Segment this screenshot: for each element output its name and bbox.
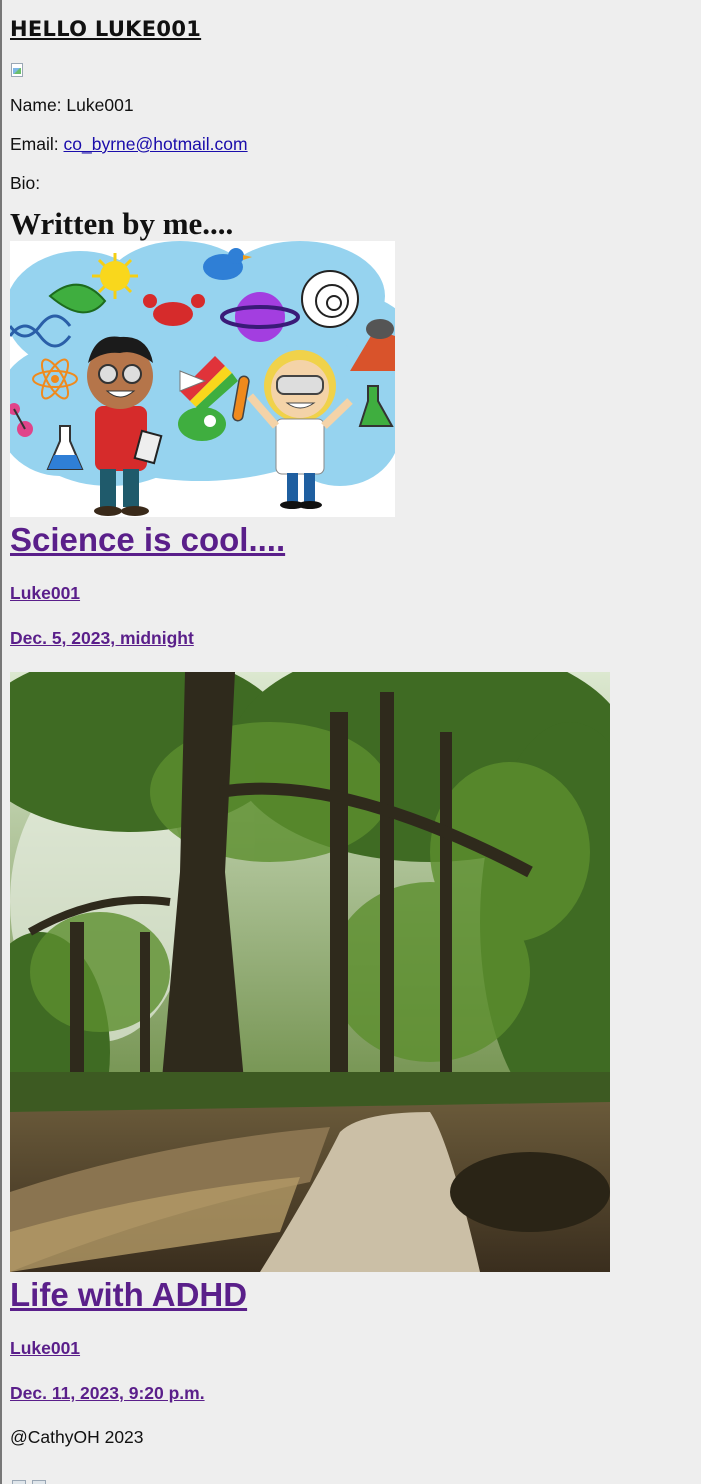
science-illustration-image[interactable]	[10, 241, 395, 517]
email-link[interactable]: co_byrne@hotmail.com	[64, 134, 248, 154]
forest-path-image[interactable]	[10, 672, 610, 1272]
name-value: Luke001	[66, 95, 134, 115]
post-card: Life with ADHD Luke001 Dec. 11, 2023, 9:…	[10, 672, 701, 1403]
email-label: Email:	[10, 134, 59, 154]
post-date-link[interactable]: Dec. 5, 2023, midnight	[10, 628, 701, 648]
profile-email: Email: co_byrne@hotmail.com	[10, 134, 701, 154]
broken-image-icon[interactable]	[32, 1480, 46, 1484]
post-title-link[interactable]: Science is cool....	[10, 521, 701, 559]
post-author-link[interactable]: Luke001	[10, 583, 701, 603]
post-card: Science is cool.... Luke001 Dec. 5, 2023…	[10, 241, 701, 648]
page-content: HELLO LUKE001 Name: Luke001 Email: co_by…	[2, 0, 701, 1447]
post-date-link[interactable]: Dec. 11, 2023, 9:20 p.m.	[10, 1383, 701, 1403]
broken-profile-image-icon	[10, 62, 26, 78]
profile-name: Name: Luke001	[10, 95, 701, 115]
post-author-link[interactable]: Luke001	[10, 1338, 701, 1358]
profile-bio: Bio:	[10, 173, 701, 193]
footer-copyright: @CathyOH 2023	[10, 1427, 144, 1447]
bio-label: Bio:	[10, 173, 41, 193]
name-label: Name:	[10, 95, 62, 115]
section-title: Written by me....	[10, 206, 234, 241]
post-title-link[interactable]: Life with ADHD	[10, 1276, 701, 1314]
footer-social-icons	[12, 1480, 52, 1484]
greeting-heading: HELLO LUKE001	[10, 17, 202, 41]
broken-image-icon[interactable]	[12, 1480, 26, 1484]
